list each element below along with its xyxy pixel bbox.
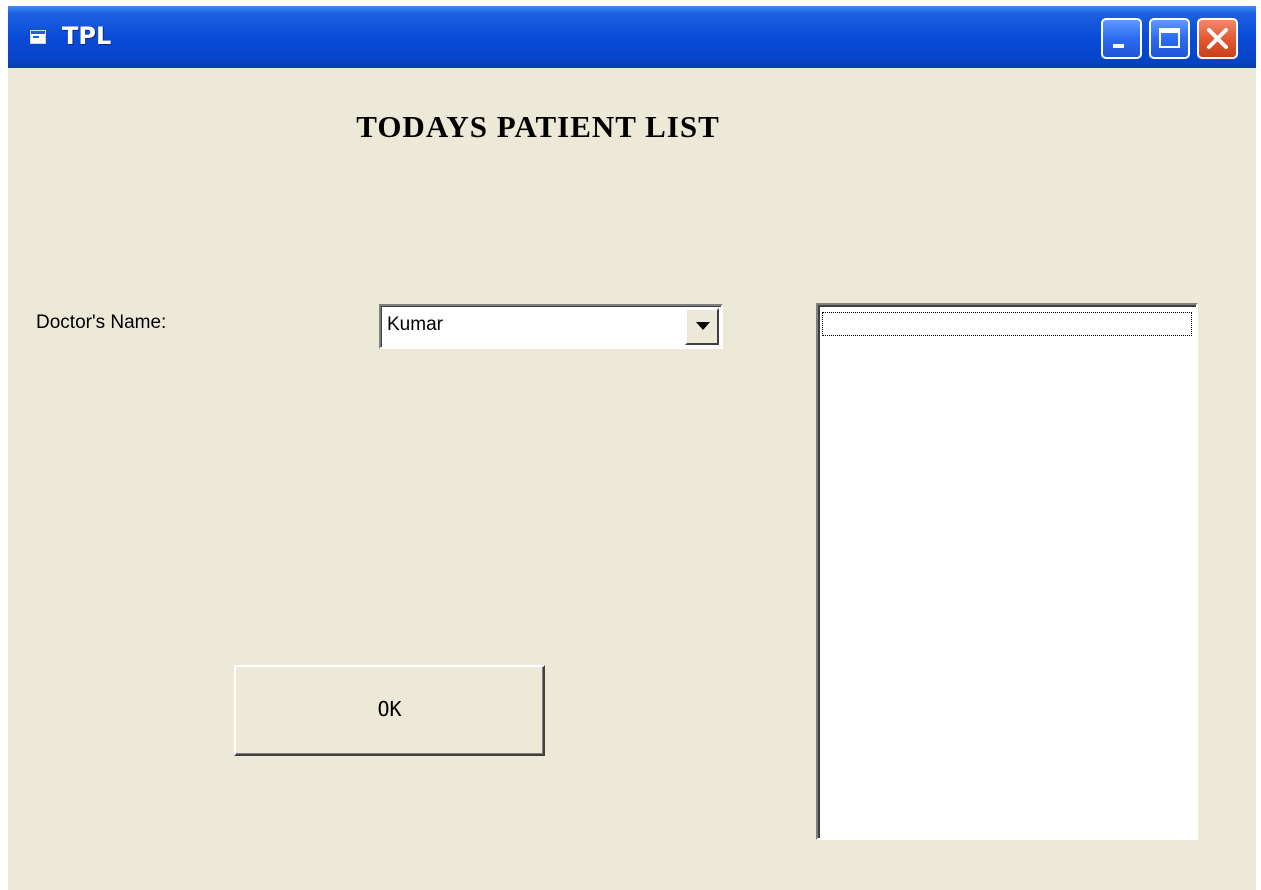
patient-list[interactable] [816, 303, 1198, 840]
title-bar[interactable]: TPL [8, 6, 1256, 68]
minimize-button[interactable] [1101, 18, 1142, 59]
minimize-icon [1113, 44, 1124, 48]
window-title: TPL [62, 22, 112, 50]
close-button[interactable] [1197, 18, 1238, 59]
page-heading: TODAYS PATIENT LIST [356, 109, 720, 144]
ok-button[interactable]: OK [234, 665, 545, 756]
doctor-name-value: Kumar [387, 314, 443, 335]
maximize-icon [1159, 28, 1180, 48]
chevron-down-icon [696, 322, 710, 330]
form-icon [30, 30, 46, 44]
focus-rectangle [822, 312, 1192, 336]
close-icon [1207, 28, 1228, 49]
dropdown-button[interactable] [685, 308, 719, 345]
maximize-button[interactable] [1149, 18, 1190, 59]
doctor-name-select[interactable]: Kumar [379, 304, 723, 349]
tpl-window: TPL TODAYS PATIENT LIST Doctor's Name: K… [8, 6, 1256, 890]
doctor-name-label: Doctor's Name: [36, 312, 167, 333]
